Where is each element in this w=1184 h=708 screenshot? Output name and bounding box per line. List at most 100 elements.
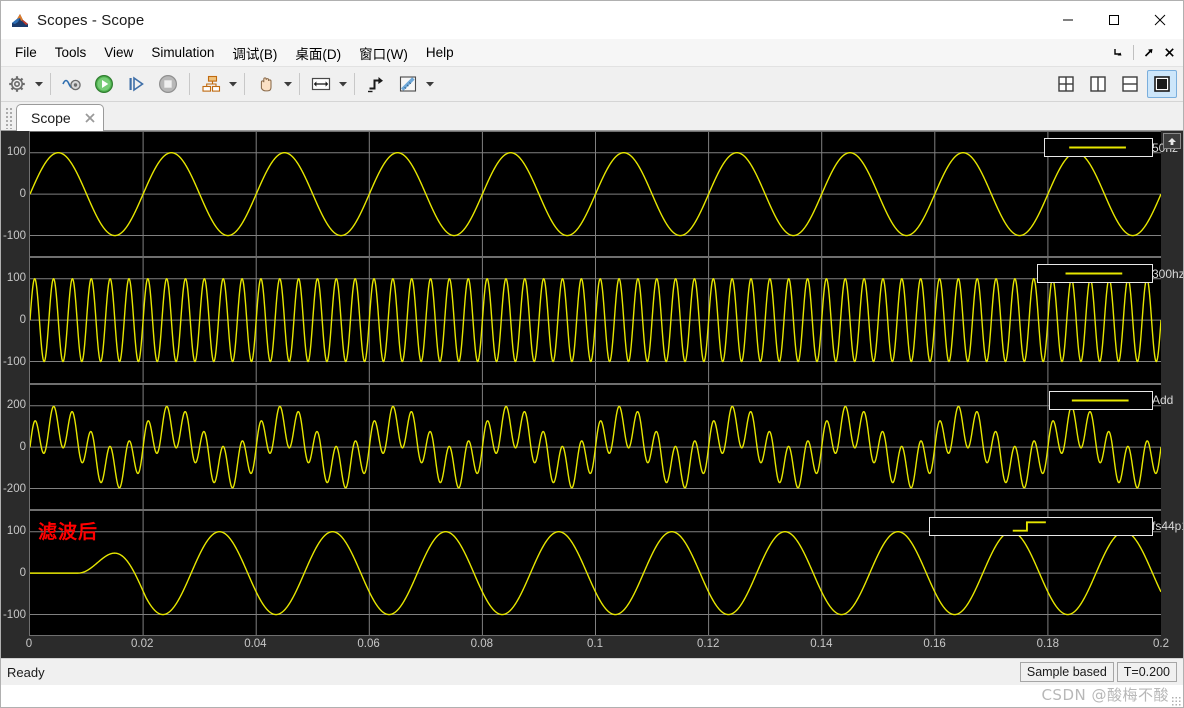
zoom-x-button[interactable] (306, 69, 336, 99)
plot-filtered-y-axis: 100 0 -100 (1, 510, 29, 636)
menu-debug[interactable]: 调试(B) (223, 40, 286, 66)
x-tick-label: 0.14 (810, 638, 833, 650)
layout-2x2-button[interactable] (1051, 70, 1081, 98)
plot-add-y-axis: 200 0 -200 (1, 384, 29, 510)
legend-label: Add (1152, 393, 1174, 407)
tab-strip: Scope (1, 102, 1183, 131)
menu-desktop[interactable]: 桌面(D) (286, 40, 350, 66)
plot-300hz-legend[interactable]: 300hz (1037, 264, 1183, 284)
watermark-text: CSDN @酸梅不酸 (1041, 686, 1169, 704)
plot-300hz-canvas[interactable]: 300hz (29, 257, 1183, 384)
legend-label: 300hz (1152, 266, 1183, 281)
run-button[interactable] (89, 69, 119, 99)
status-time: T=0.200 (1116, 662, 1177, 682)
plot-add[interactable]: 200 0 -200 Add (1, 383, 1183, 510)
plot-annotation: 滤波后 (38, 520, 99, 543)
y-tick-label: 200 (6, 398, 26, 411)
x-tick-label: 0.08 (470, 638, 493, 650)
plot-add-canvas[interactable]: Add (29, 383, 1173, 510)
tab-scope-label: Scope (31, 110, 71, 126)
y-tick-label: 100 (6, 272, 26, 285)
y-tick-label: 0 (19, 314, 26, 327)
window-controls (1045, 1, 1183, 39)
pan-button[interactable] (251, 69, 281, 99)
close-panel-icon[interactable] (1160, 43, 1179, 63)
stop-button[interactable] (153, 69, 183, 99)
minimize-button[interactable] (1045, 1, 1091, 39)
plot-50hz-canvas[interactable]: 50hz (29, 131, 1178, 258)
tab-close-icon[interactable] (83, 111, 97, 125)
plot-50hz-legend[interactable]: 50hz (1043, 138, 1178, 157)
pan-dropdown-arrow-icon[interactable] (282, 70, 294, 98)
x-tick-label: 0.02 (130, 638, 154, 650)
legend-line-icon (1065, 272, 1123, 275)
menu-help[interactable]: Help (417, 42, 463, 63)
signal-selector-button[interactable] (57, 69, 87, 99)
toolbar (1, 67, 1183, 102)
y-tick-label: 0 (19, 440, 26, 453)
plot-filtered[interactable]: 100 0 -100 滤波后 fs44p1k_20-200_700order (1, 509, 1183, 636)
configuration-dropdown-arrow-icon[interactable] (33, 70, 45, 98)
bottom-strip: CSDN @酸梅不酸 (1, 685, 1183, 707)
y-tick-label: -100 (2, 608, 26, 621)
matlab-scope-icon (11, 11, 29, 29)
layout-single-button[interactable] (1147, 70, 1177, 98)
scope-plot-area: 100 0 -100 50hz 100 0 -100 300hz 200 0 -200 Add 100 0… (1, 131, 1183, 658)
plot-50hz-y-axis: 100 0 -100 (1, 131, 29, 257)
x-tick-label: 0.16 (923, 638, 946, 650)
plot-50hz[interactable]: 100 0 -100 50hz (1, 131, 1183, 258)
x-axis: 0 0.02 0.04 0.06 0.08 0.1 0.12 0.14 0.16 0.18 0.2 (1, 636, 1183, 658)
menu-simulation[interactable]: Simulation (142, 42, 223, 63)
y-tick-label: 0 (19, 188, 26, 201)
legend-line-icon (1012, 521, 1046, 532)
toolbar-separator (299, 73, 300, 95)
tab-scope[interactable]: Scope (16, 104, 104, 131)
menu-view[interactable]: View (95, 42, 142, 63)
toolbar-separator (244, 73, 245, 95)
scroll-to-top-button[interactable] (1163, 133, 1181, 149)
measurements-dropdown-arrow-icon[interactable] (424, 70, 436, 98)
toolbar-separator (189, 73, 190, 95)
toolbar-separator (50, 73, 51, 95)
close-button[interactable] (1137, 1, 1183, 39)
menu-tools[interactable]: Tools (46, 42, 96, 63)
toolbar-group-measure (360, 67, 436, 101)
cursor-measurements-button[interactable] (361, 69, 391, 99)
dock-arrow-icon[interactable] (1109, 43, 1128, 63)
plots-stack: 100 0 -100 50hz 100 0 -100 300hz 200 0 -200 Add 100 0… (1, 131, 1183, 658)
toolbar-separator (354, 73, 355, 95)
plot-300hz-y-axis: 100 0 -100 (1, 257, 29, 383)
maximize-button[interactable] (1091, 1, 1137, 39)
layout-2-rows-button[interactable] (1115, 70, 1145, 98)
x-tick-label: 0 (25, 638, 33, 650)
layout-2-columns-button[interactable] (1083, 70, 1113, 98)
toolbar-group-simulation (56, 67, 184, 101)
legend-label: fs44p1k_20-200_700order (1152, 519, 1183, 534)
x-tick-label: 0.06 (357, 638, 380, 650)
configuration-properties-button[interactable] (2, 69, 32, 99)
y-tick-label: -100 (2, 356, 26, 369)
hierarchy-dropdown-arrow-icon[interactable] (227, 70, 239, 98)
x-tick-label: 0.12 (696, 638, 720, 650)
plot-filtered-canvas[interactable]: 滤波后 fs44p1k_20-200_700order (29, 509, 1183, 636)
measurements-button[interactable] (393, 69, 423, 99)
status-ready-text: Ready (7, 664, 45, 680)
undock-arrow-icon[interactable] (1139, 43, 1158, 63)
signal-hierarchy-button[interactable] (196, 69, 226, 99)
step-forward-button[interactable] (121, 69, 151, 99)
zoom-dropdown-arrow-icon[interactable] (337, 70, 349, 98)
plot-add-legend[interactable]: Add (1048, 390, 1173, 410)
tab-strip-grip[interactable] (5, 107, 13, 129)
plot-300hz[interactable]: 100 0 -100 300hz (1, 257, 1183, 384)
window-title: Scopes - Scope (37, 11, 145, 29)
x-tick-label: 0.2 (1153, 638, 1169, 650)
menu-divider (1133, 45, 1134, 60)
toolbar-group-zoom (305, 67, 349, 101)
plot-filtered-legend[interactable]: fs44p1k_20-200_700order (929, 516, 1183, 536)
menu-window[interactable]: 窗口(W) (350, 40, 417, 66)
x-tick-label: 0.04 (244, 638, 267, 650)
resize-grip[interactable] (1171, 696, 1181, 706)
toolbar-layout-group (1049, 67, 1177, 101)
y-tick-label: 100 (6, 146, 26, 159)
menu-file[interactable]: File (6, 42, 46, 63)
